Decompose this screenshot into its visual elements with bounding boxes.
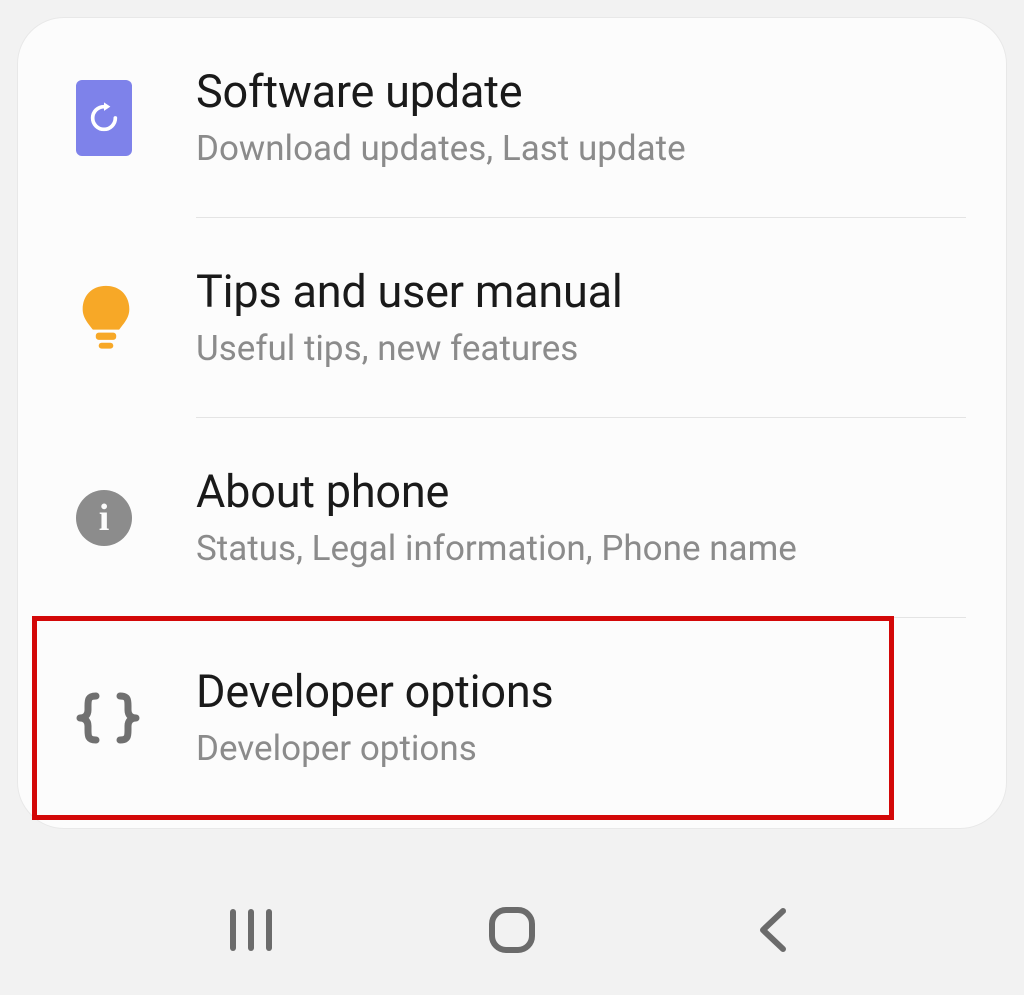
text-slot: Developer options Developer options <box>196 666 966 770</box>
braces-icon <box>72 690 144 746</box>
lightbulb-icon <box>76 283 136 353</box>
settings-item-tips[interactable]: Tips and user manual Useful tips, new fe… <box>18 218 1006 418</box>
settings-item-subtitle: Useful tips, new features <box>196 328 966 370</box>
refresh-icon <box>76 80 132 156</box>
info-icon: i <box>76 490 132 546</box>
icon-slot <box>76 690 196 746</box>
icon-slot: i <box>76 490 196 546</box>
settings-item-developer-options[interactable]: Developer options Developer options <box>18 618 1006 818</box>
recents-button[interactable] <box>221 900 281 960</box>
home-icon <box>487 905 537 955</box>
settings-item-software-update[interactable]: Software update Download updates, Last u… <box>18 18 1006 218</box>
text-slot: Software update Download updates, Last u… <box>196 66 966 170</box>
back-icon <box>753 905 793 955</box>
settings-item-subtitle: Status, Legal information, Phone name <box>196 528 966 570</box>
settings-item-subtitle: Download updates, Last update <box>196 128 966 170</box>
settings-item-title: Tips and user manual <box>196 266 966 318</box>
navigation-bar <box>0 865 1024 995</box>
text-slot: About phone Status, Legal information, P… <box>196 466 966 570</box>
settings-item-subtitle: Developer options <box>196 728 966 770</box>
settings-item-about-phone[interactable]: i About phone Status, Legal information,… <box>18 418 1006 618</box>
settings-item-title: Developer options <box>196 666 966 718</box>
settings-item-title: Software update <box>196 66 966 118</box>
settings-item-title: About phone <box>196 466 966 518</box>
settings-card: Software update Download updates, Last u… <box>18 18 1006 828</box>
icon-slot <box>76 80 196 156</box>
text-slot: Tips and user manual Useful tips, new fe… <box>196 266 966 370</box>
home-button[interactable] <box>482 900 542 960</box>
icon-slot <box>76 283 196 353</box>
recents-icon <box>225 908 277 952</box>
back-button[interactable] <box>743 900 803 960</box>
